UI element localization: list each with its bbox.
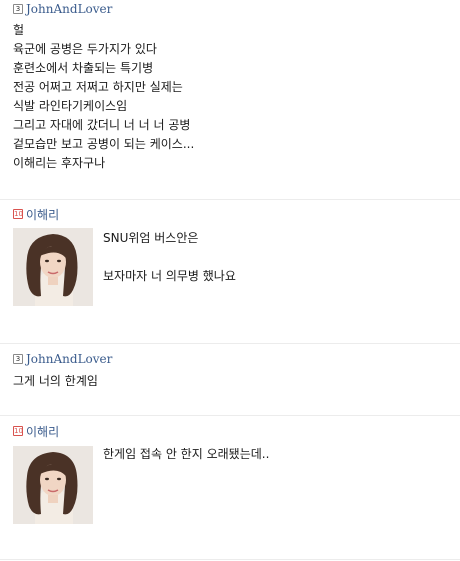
username-link[interactable]: JohnAndLover <box>26 2 112 16</box>
level-badge: 3 <box>13 354 23 364</box>
comment-text-line: 훈련소에서 차출되는 특기병 <box>13 61 154 75</box>
level-badge: 10 <box>13 209 23 219</box>
level-badge: 3 <box>13 4 23 14</box>
comment-divider <box>0 343 460 344</box>
comment-text-line: 그게 너의 한계임 <box>13 374 98 388</box>
portrait-image <box>13 228 93 306</box>
comment-author: 3 JohnAndLover <box>13 2 112 16</box>
comment-text-line: 헐 <box>13 23 25 37</box>
profile-photo[interactable] <box>13 228 93 306</box>
comment-author: 3 JohnAndLover <box>13 352 112 366</box>
username-link[interactable]: 이해리 <box>26 206 59 223</box>
comment-text-line: 겉모습만 보고 공병이 되는 케이스... <box>13 137 195 151</box>
comment-text-line: 식발 라인타기케이스임 <box>13 99 128 113</box>
profile-photo[interactable] <box>13 446 93 524</box>
comment-text-line: 한게임 접속 안 한지 오래됐는데.. <box>103 447 270 461</box>
level-badge: 10 <box>13 426 23 436</box>
username-link[interactable]: 이해리 <box>26 423 59 440</box>
comment-divider <box>0 415 460 416</box>
username-link[interactable]: JohnAndLover <box>26 352 112 366</box>
comment-author: 10 이해리 <box>13 206 59 223</box>
comment-text-line: 그리고 자대에 갔더니 너 너 너 공병 <box>13 118 191 132</box>
comment-divider <box>0 199 460 200</box>
comment-divider <box>0 559 460 560</box>
comment-author: 10 이해리 <box>13 423 59 440</box>
comment-text-line: 전공 어쩌고 저쩌고 하지만 실제는 <box>13 80 183 94</box>
comment-text-line: 보자마자 너 의무병 했나요 <box>103 269 236 283</box>
portrait-image <box>13 446 93 524</box>
comment-text-line: 이해리는 후자구나 <box>13 156 106 170</box>
comment-text-line: SNU위엄 버스안은 <box>103 231 199 245</box>
comment-text-line: 육군에 공병은 두가지가 있다 <box>13 42 157 56</box>
